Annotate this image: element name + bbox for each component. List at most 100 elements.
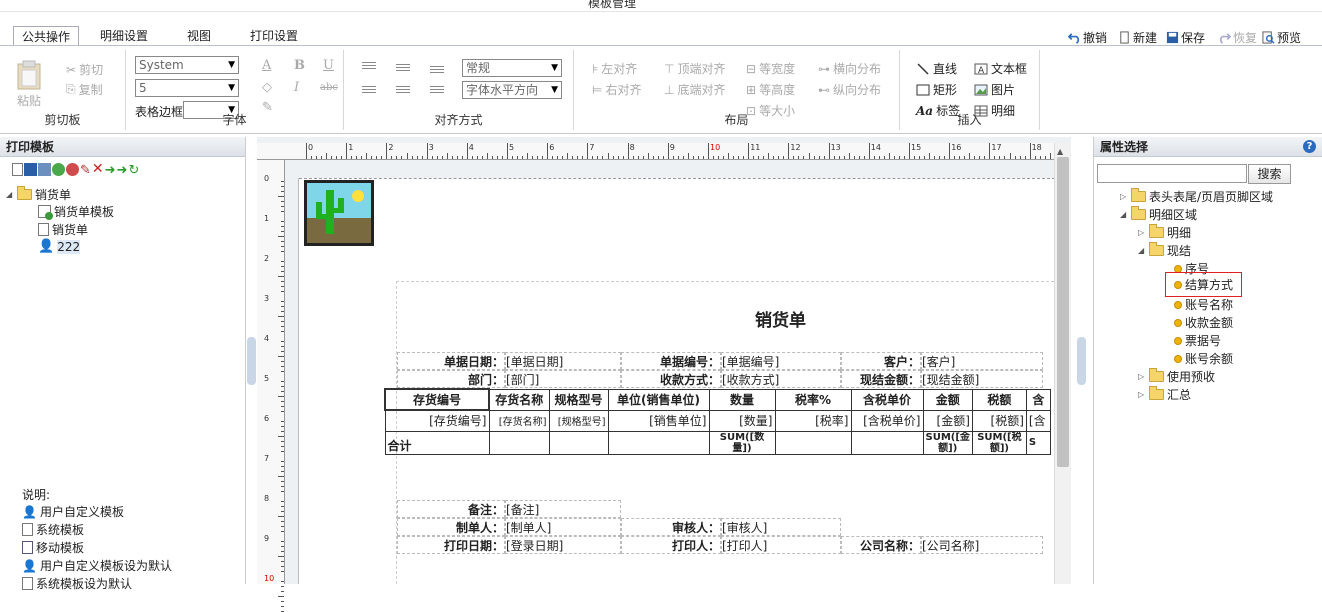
column-header[interactable]: 税率%	[774, 388, 852, 411]
tree-field-received[interactable]: 收款金额	[1174, 314, 1233, 331]
label-printer[interactable]: 打印人：	[621, 536, 721, 554]
redo-button[interactable]: 恢复	[1218, 29, 1257, 46]
export-icon[interactable]: ➜	[117, 163, 128, 178]
table-cell[interactable]: [规格型号]	[548, 409, 609, 432]
field-reviewer[interactable]: [审核人]	[721, 518, 841, 536]
tree-item-222[interactable]: 👤 222	[38, 239, 81, 254]
label-cash-amount[interactable]: 现结金额：	[841, 370, 921, 388]
sum-tax[interactable]: SUM([税额])	[971, 430, 1027, 455]
field-customer[interactable]: [客户]	[921, 352, 1043, 370]
tree-field-ticket-no[interactable]: 票据号	[1174, 332, 1221, 349]
column-header[interactable]: 含税单价	[850, 388, 924, 411]
tree-root[interactable]: ◢ 销货单	[6, 186, 71, 203]
field-company[interactable]: [公司名称]	[921, 536, 1043, 554]
align-top-left-icon[interactable]	[362, 60, 376, 72]
search-button[interactable]: 搜索	[1248, 164, 1291, 184]
tree-item-sales[interactable]: 销货单	[38, 221, 88, 238]
total-label[interactable]: 合计	[384, 430, 490, 455]
label-bill-date[interactable]: 单据日期：	[397, 352, 505, 370]
field-maker[interactable]: [制单人]	[505, 518, 621, 536]
tree-field-balance[interactable]: 账号余额	[1174, 350, 1233, 367]
tab-print-settings[interactable]: 打印设置	[242, 26, 306, 46]
tree-detail-area[interactable]: ◢ 明细区域	[1120, 206, 1197, 223]
edit-icon[interactable]: ✎	[80, 163, 91, 178]
label-maker[interactable]: 制单人：	[397, 518, 505, 536]
save-as-icon[interactable]	[38, 163, 51, 176]
table-cell[interactable]: [销售单位]	[607, 409, 710, 432]
text-style-select[interactable]: 常规 ▼	[462, 59, 562, 77]
label-remark[interactable]: 备注：	[397, 500, 505, 518]
column-header[interactable]: 存货名称	[488, 388, 550, 411]
table-cell[interactable]: [含税单价]	[850, 409, 924, 432]
field-pay-method[interactable]: [收款方式]	[721, 370, 841, 388]
italic-icon[interactable]: I	[294, 80, 299, 95]
column-header[interactable]: 税额	[971, 388, 1027, 411]
align-center-icon[interactable]	[396, 84, 410, 96]
paste-button[interactable]: 粘贴	[16, 60, 42, 109]
preview-button[interactable]: 预览	[1262, 29, 1301, 46]
table-cell[interactable]	[607, 430, 710, 455]
strikethrough-icon[interactable]: abc	[320, 82, 338, 93]
sheet-title[interactable]: 销货单	[755, 306, 806, 331]
cactus-image[interactable]	[304, 180, 374, 246]
label-company[interactable]: 公司名称：	[841, 536, 921, 554]
left-splitter[interactable]	[246, 137, 256, 584]
insert-line-button[interactable]: 直线	[916, 60, 957, 77]
label-print-date[interactable]: 打印日期：	[397, 536, 505, 554]
align-bottom-button[interactable]: ⊥ 底端对齐	[664, 81, 725, 98]
same-height-button[interactable]: ⊞ 等高度	[746, 81, 795, 98]
collapse-handle[interactable]	[1077, 337, 1086, 385]
sum-quantity[interactable]: SUM([数量])	[708, 430, 776, 455]
set-default-icon[interactable]	[52, 163, 65, 176]
tree-field-settlement[interactable]: 结算方式	[1165, 272, 1243, 297]
field-bill-no[interactable]: [单据编号]	[721, 352, 841, 370]
fill-color-icon[interactable]: ◇	[262, 80, 272, 95]
tree-header-footer[interactable]: ▷ 表头表尾/页眉页脚区域	[1120, 188, 1273, 205]
align-top-right-icon[interactable]	[430, 64, 444, 76]
text-direction-select[interactable]: 字体水平方向 ▼	[462, 81, 562, 99]
label-dept[interactable]: 部门：	[397, 370, 505, 388]
label-pay-method[interactable]: 收款方式：	[621, 370, 721, 388]
field-print-date[interactable]: [登录日期]	[505, 536, 621, 554]
column-header[interactable]: 规格型号	[548, 388, 609, 411]
underline-icon[interactable]: U	[323, 58, 334, 73]
scroll-up-icon[interactable]: ▲	[1057, 147, 1063, 156]
save-template-icon[interactable]	[24, 163, 37, 176]
tab-public[interactable]: 公共操作	[13, 26, 80, 46]
same-width-button[interactable]: ⊟ 等宽度	[746, 60, 795, 77]
insert-rect-button[interactable]: 矩形	[916, 81, 957, 98]
align-top-button[interactable]: ⊤ 顶端对齐	[664, 60, 725, 77]
field-remark[interactable]: [备注]	[505, 500, 621, 518]
label-reviewer[interactable]: 审核人：	[621, 518, 721, 536]
sum-amount[interactable]: SUM([金额])	[922, 430, 973, 455]
field-dept[interactable]: [部门]	[505, 370, 621, 388]
v-distribute-button[interactable]: ⊷ 纵向分布	[818, 81, 881, 98]
font-color-icon[interactable]: A	[262, 58, 271, 73]
insert-image-button[interactable]: 图片	[974, 81, 1015, 98]
table-cell[interactable]: [税额]	[971, 409, 1027, 432]
label-customer[interactable]: 客户：	[841, 352, 921, 370]
align-left-icon[interactable]	[362, 84, 376, 96]
column-header[interactable]: 存货编号	[384, 388, 490, 411]
table-cell[interactable]	[548, 430, 609, 455]
tree-field-account-name[interactable]: 账号名称	[1174, 296, 1233, 313]
cancel-default-icon[interactable]	[66, 163, 79, 176]
property-search-input[interactable]	[1097, 164, 1247, 183]
align-top-center-icon[interactable]	[396, 62, 410, 74]
column-header[interactable]: 数量	[708, 388, 776, 411]
insert-textbox-button[interactable]: A 文本框	[974, 60, 1027, 77]
save-button[interactable]: 保存	[1166, 29, 1205, 46]
field-bill-date[interactable]: [单据日期]	[505, 352, 621, 370]
table-cell[interactable]: [存货编号]	[384, 409, 490, 432]
tree-prepay[interactable]: ▷ 使用预收	[1138, 368, 1215, 385]
column-header[interactable]: 含	[1025, 388, 1051, 411]
import-icon[interactable]: ➜	[105, 163, 116, 178]
align-right-button[interactable]: ⊨ 右对齐	[592, 81, 641, 98]
table-cell[interactable]	[488, 430, 550, 455]
tree-cash[interactable]: ◢ 现结	[1138, 242, 1191, 259]
align-left-button[interactable]: ⊧ 左对齐	[592, 60, 637, 77]
field-printer[interactable]: [打印人]	[721, 536, 841, 554]
column-header[interactable]: 金额	[922, 388, 973, 411]
copy-button[interactable]: ⎘ 复制	[66, 81, 103, 98]
align-right-icon[interactable]	[430, 84, 444, 96]
